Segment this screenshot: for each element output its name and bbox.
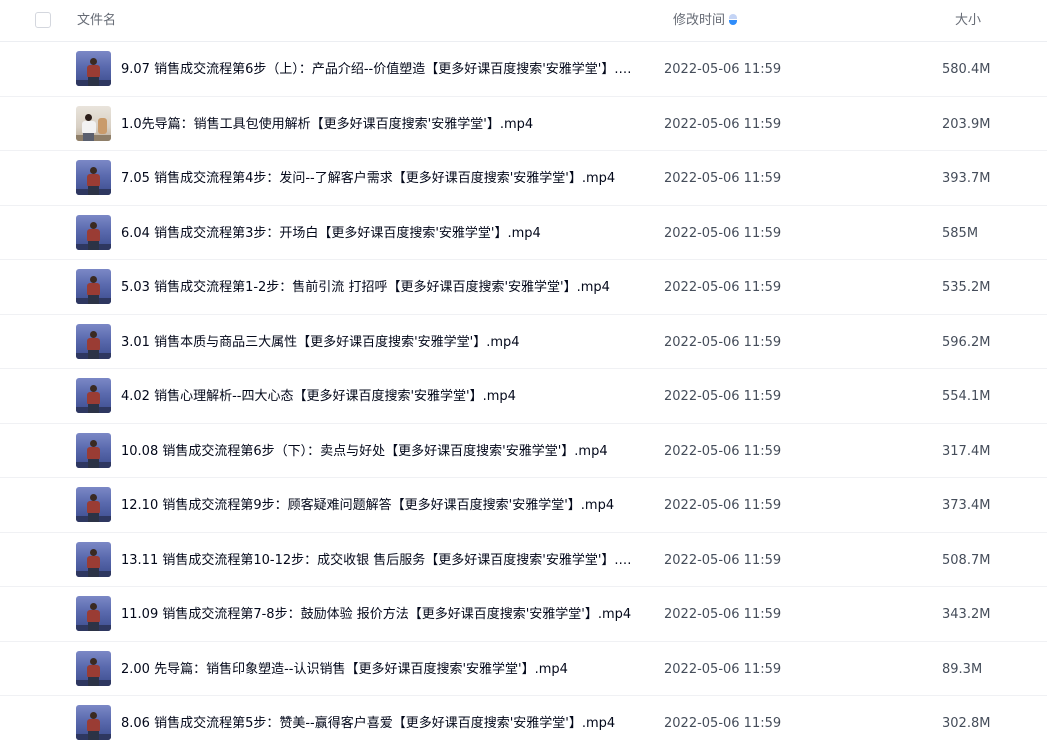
sort-desc-icon[interactable]: [729, 14, 738, 25]
file-modified-time: 2022-05-06 11:59: [664, 280, 782, 295]
video-thumbnail-icon[interactable]: [76, 650, 111, 686]
file-row[interactable]: 7.05 销售成交流程第4步：发问--了解客户需求【更多好课百度搜索'安雅学堂'…: [0, 151, 1047, 206]
file-modified-time: 2022-05-06 11:59: [664, 443, 782, 459]
file-size: 373.4M: [942, 498, 991, 513]
video-thumbnail-icon[interactable]: [76, 487, 111, 522]
file-modified-time: 2022-05-06 11:59: [664, 552, 782, 568]
file-row[interactable]: 6.04 销售成交流程第3步：开场白【更多好课百度搜索'安雅学堂'】.mp4 20…: [0, 206, 1047, 260]
file-modified-time: 2022-05-06 11:59: [664, 62, 782, 77]
file-row[interactable]: 4.02 销售心理解析--四大心态【更多好课百度搜索'安雅学堂'】.mp4 202…: [0, 369, 1047, 424]
file-modified-time: 2022-05-06 11:59: [664, 661, 782, 677]
video-thumbnail-icon[interactable]: [76, 705, 111, 740]
file-row[interactable]: 5.03 销售成交流程第1-2步：售前引流 打招呼【更多好课百度搜索'安雅学堂'…: [0, 260, 1047, 315]
file-modified-time: 2022-05-06 11:59: [664, 116, 782, 132]
file-name[interactable]: 5.03 销售成交流程第1-2步：售前引流 打招呼【更多好课百度搜索'安雅学堂'…: [121, 279, 641, 296]
file-row[interactable]: 9.07 销售成交流程第6步（上）：产品介绍--价值塑造【更多好课百度搜索'安雅…: [0, 42, 1047, 97]
file-name[interactable]: 13.11 销售成交流程第10-12步：成交收银 售后服务【更多好课百度搜索'安…: [121, 552, 641, 569]
file-size: 554.1M: [942, 389, 991, 404]
select-all-checkbox[interactable]: [35, 12, 51, 28]
file-name[interactable]: 1.0先导篇：销售工具包使用解析【更多好课百度搜索'安雅学堂'】.mp4: [121, 116, 641, 133]
file-modified-time: 2022-05-06 11:59: [664, 225, 782, 241]
file-size: 580.4M: [942, 62, 991, 77]
file-row[interactable]: 8.06 销售成交流程第5步：赞美--赢得客户喜爱【更多好课百度搜索'安雅学堂'…: [0, 696, 1047, 745]
file-name[interactable]: 2.00 先导篇：销售印象塑造--认识销售【更多好课百度搜索'安雅学堂'】.mp…: [121, 661, 641, 678]
file-size: 89.3M: [942, 661, 983, 677]
file-name[interactable]: 12.10 销售成交流程第9步：顾客疑难问题解答【更多好课百度搜索'安雅学堂'】…: [121, 497, 641, 514]
video-thumbnail-icon[interactable]: [76, 596, 111, 631]
video-thumbnail-icon[interactable]: [76, 323, 111, 359]
file-modified-time: 2022-05-06 11:59: [664, 334, 782, 350]
file-name[interactable]: 9.07 销售成交流程第6步（上）：产品介绍--价值塑造【更多好课百度搜索'安雅…: [121, 61, 641, 78]
file-modified-time: 2022-05-06 11:59: [664, 498, 782, 513]
video-thumbnail-icon[interactable]: [76, 269, 111, 304]
column-header-size[interactable]: 大小: [955, 13, 981, 29]
file-modified-time: 2022-05-06 11:59: [664, 389, 782, 404]
file-size: 317.4M: [942, 443, 991, 459]
file-name[interactable]: 8.06 销售成交流程第5步：赞美--赢得客户喜爱【更多好课百度搜索'安雅学堂'…: [121, 715, 641, 732]
file-name[interactable]: 7.05 销售成交流程第4步：发问--了解客户需求【更多好课百度搜索'安雅学堂'…: [121, 170, 641, 187]
column-header-time[interactable]: 修改时间: [673, 13, 738, 29]
file-size: 343.2M: [942, 607, 991, 622]
list-header: 文件名 修改时间 大小: [0, 0, 1047, 42]
file-size: 393.7M: [942, 171, 991, 186]
file-size: 585M: [942, 225, 979, 241]
file-modified-time: 2022-05-06 11:59: [664, 171, 782, 186]
file-row[interactable]: 11.09 销售成交流程第7-8步：鼓励体验 报价方法【更多好课百度搜索'安雅学…: [0, 587, 1047, 642]
file-modified-time: 2022-05-06 11:59: [664, 607, 782, 622]
video-thumbnail-icon[interactable]: [76, 541, 111, 577]
file-name[interactable]: 11.09 销售成交流程第7-8步：鼓励体验 报价方法【更多好课百度搜索'安雅学…: [121, 606, 641, 623]
video-thumbnail-icon[interactable]: [76, 51, 111, 86]
file-row[interactable]: 3.01 销售本质与商品三大属性【更多好课百度搜索'安雅学堂'】.mp4 2022…: [0, 315, 1047, 369]
column-header-name[interactable]: 文件名: [77, 13, 116, 29]
file-size: 596.2M: [942, 334, 991, 350]
video-thumbnail-icon[interactable]: [76, 160, 111, 195]
file-size: 203.9M: [942, 116, 991, 132]
file-name[interactable]: 4.02 销售心理解析--四大心态【更多好课百度搜索'安雅学堂'】.mp4: [121, 388, 641, 405]
file-size: 302.8M: [942, 716, 991, 731]
file-modified-time: 2022-05-06 11:59: [664, 716, 782, 731]
file-name[interactable]: 3.01 销售本质与商品三大属性【更多好课百度搜索'安雅学堂'】.mp4: [121, 334, 641, 351]
file-rows: 9.07 销售成交流程第6步（上）：产品介绍--价值塑造【更多好课百度搜索'安雅…: [0, 42, 1047, 745]
video-thumbnail-icon[interactable]: [76, 105, 111, 141]
file-name[interactable]: 6.04 销售成交流程第3步：开场白【更多好课百度搜索'安雅学堂'】.mp4: [121, 225, 641, 242]
file-row[interactable]: 13.11 销售成交流程第10-12步：成交收银 售后服务【更多好课百度搜索'安…: [0, 533, 1047, 587]
column-header-time-label: 修改时间: [673, 13, 726, 28]
file-row[interactable]: 10.08 销售成交流程第6步（下）：卖点与好处【更多好课百度搜索'安雅学堂'】…: [0, 424, 1047, 478]
file-row[interactable]: 2.00 先导篇：销售印象塑造--认识销售【更多好课百度搜索'安雅学堂'】.mp…: [0, 642, 1047, 696]
file-size: 535.2M: [942, 280, 991, 295]
file-row[interactable]: 12.10 销售成交流程第9步：顾客疑难问题解答【更多好课百度搜索'安雅学堂'】…: [0, 478, 1047, 533]
file-name[interactable]: 10.08 销售成交流程第6步（下）：卖点与好处【更多好课百度搜索'安雅学堂'】…: [121, 443, 641, 460]
video-thumbnail-icon[interactable]: [76, 214, 111, 250]
file-list: 文件名 修改时间 大小 9.07 销售成交流程第6步（上）：产品介绍--价值塑造…: [0, 0, 1047, 745]
video-thumbnail-icon[interactable]: [76, 378, 111, 413]
video-thumbnail-icon[interactable]: [76, 432, 111, 468]
file-row[interactable]: 1.0先导篇：销售工具包使用解析【更多好课百度搜索'安雅学堂'】.mp4 2022…: [0, 97, 1047, 151]
file-size: 508.7M: [942, 552, 991, 568]
